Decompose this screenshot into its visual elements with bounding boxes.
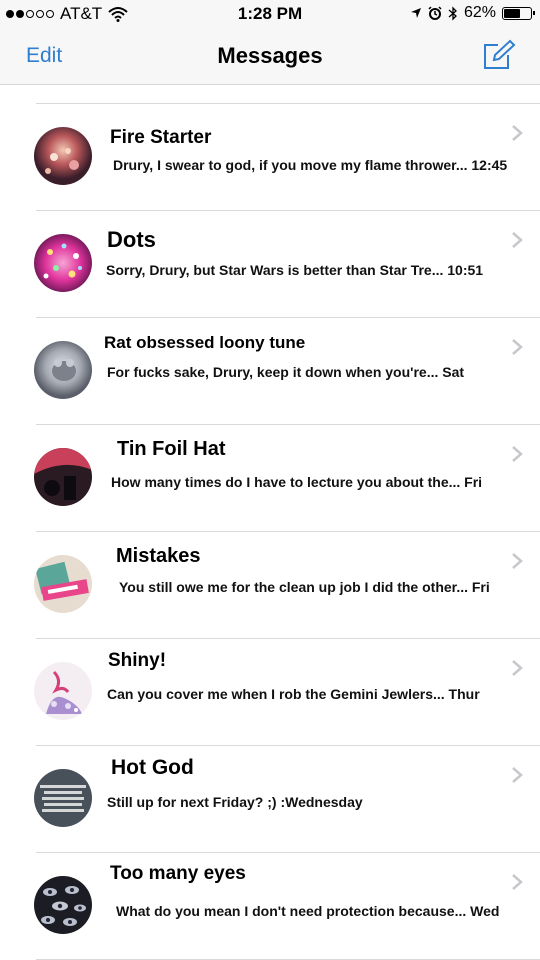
message-preview: Can you cover me when I rob the Gemini J… (107, 686, 480, 702)
contact-name: Mistakes (116, 545, 201, 567)
chevron-right-icon (512, 125, 523, 141)
fire-avatar-icon (34, 127, 92, 185)
message-preview: For fucks sake, Drury, keep it down when… (107, 364, 465, 380)
conversation-row-hot-god[interactable]: Hot God Still up for next Friday? ;) :We… (0, 746, 540, 853)
conversation-row-too-many-eyes[interactable]: Too many eyes What do you mean I don't n… (0, 853, 540, 960)
navigation-bar: Edit Messages (0, 32, 540, 80)
message-preview: You still owe me for the clean up job I … (119, 579, 490, 595)
battery-icon (502, 6, 535, 20)
conversation-row-tin-foil-hat[interactable]: Tin Foil Hat How many times do I have to… (0, 425, 540, 532)
eyes-avatar-icon (34, 876, 92, 934)
conversation-row-mistakes[interactable]: Mistakes You still owe me for the clean … (0, 532, 540, 639)
contact-name: Hot God (111, 756, 194, 779)
top-bar: AT&T 1:28 PM 62% Edit Messages (0, 0, 540, 85)
chevron-right-icon (512, 874, 523, 890)
contact-name: Shiny! (108, 650, 167, 671)
bluetooth-icon (448, 5, 457, 21)
compose-icon[interactable] (482, 39, 516, 71)
contact-name: Fire Starter (110, 127, 212, 148)
status-bar: AT&T 1:28 PM 62% (0, 0, 540, 28)
battery-percent: 62% (463, 4, 496, 21)
contact-name: Tin Foil Hat (117, 438, 226, 460)
message-preview: How many times do I have to lecture you … (111, 474, 483, 490)
shiny-avatar-icon (34, 662, 92, 720)
message-preview: Still up for next Friday? ;) :Wednesday (107, 794, 363, 810)
alarm-icon (428, 6, 442, 20)
page-title: Messages (217, 43, 323, 68)
status-right: 62% (410, 4, 535, 22)
chevron-right-icon (512, 660, 523, 676)
chevron-right-icon (512, 446, 523, 462)
conversation-row-dots[interactable]: Dots Sorry, Drury, but Star Wars is bett… (0, 211, 540, 318)
tinfoil-avatar-icon (34, 448, 92, 506)
location-icon (410, 8, 421, 18)
chevron-right-icon (512, 232, 523, 248)
dots-avatar-icon (34, 234, 92, 292)
conversation-row-fire-starter[interactable]: Fire Starter Drury, I swear to god, if y… (0, 104, 540, 211)
robbery-sign-avatar-icon (34, 769, 92, 827)
chevron-right-icon (512, 339, 523, 355)
conversation-row-shiny[interactable]: Shiny! Can you cover me when I rob the G… (0, 639, 540, 746)
contact-name: Dots (107, 227, 156, 252)
message-preview: What do you mean I don't need protection… (116, 903, 500, 919)
contact-name: Too many eyes (110, 863, 246, 884)
mistakes-avatar-icon (34, 555, 92, 613)
contact-name: Rat obsessed loony tune (104, 333, 306, 352)
message-preview: Sorry, Drury, but Star Wars is better th… (106, 262, 484, 278)
conversation-row-rat-obsessed[interactable]: Rat obsessed loony tune For fucks sake, … (0, 318, 540, 425)
chevron-right-icon (512, 553, 523, 569)
chevron-right-icon (512, 767, 523, 783)
message-preview: Drury, I swear to god, if you move my fl… (113, 157, 508, 173)
rat-avatar-icon (34, 341, 92, 399)
